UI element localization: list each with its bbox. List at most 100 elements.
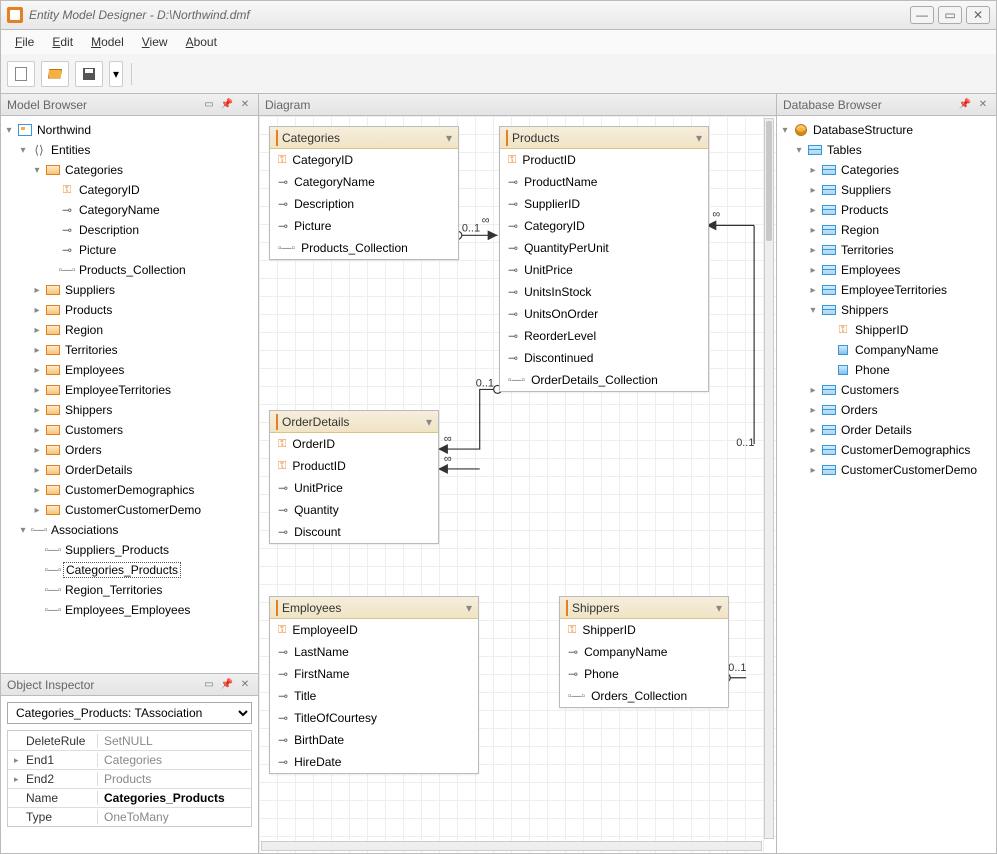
association-node[interactable]: ▫—▫Employees_Employees: [3, 600, 256, 620]
node-header[interactable]: Categories▾: [270, 127, 458, 149]
model-browser-tree[interactable]: ▾Northwind▾⟨⟩Entities▾Categories⚿Categor…: [1, 116, 258, 673]
tree-toggle-icon[interactable]: ▸: [807, 265, 819, 276]
pin-icon[interactable]: 📌: [220, 98, 234, 112]
tree-toggle-icon[interactable]: ▸: [31, 485, 43, 496]
table-node[interactable]: ▸Orders: [779, 400, 994, 420]
tree-toggle-icon[interactable]: ▸: [807, 165, 819, 176]
diagram-canvas[interactable]: 0..1∞0..1∞∞∞0..10..1 Categories▾⚿Categor…: [259, 116, 776, 853]
node-field[interactable]: ⊸Picture: [270, 215, 458, 237]
entity-node[interactable]: ▸Customers: [3, 420, 256, 440]
node-field[interactable]: ⊸UnitsOnOrder: [500, 303, 708, 325]
node-field[interactable]: ⚿ShipperID: [560, 619, 728, 641]
field-node[interactable]: ⚿CategoryID: [3, 180, 256, 200]
property-grid[interactable]: DeleteRuleSetNULL▸End1Categories▸End2Pro…: [7, 730, 252, 827]
node-field[interactable]: ▫—▫OrderDetails_Collection: [500, 369, 708, 391]
diagram-node-orderdetails[interactable]: OrderDetails▾⚿OrderID⚿ProductID⊸UnitPric…: [269, 410, 439, 544]
pin-icon[interactable]: 📌: [958, 98, 972, 112]
node-field[interactable]: ⊸CompanyName: [560, 641, 728, 663]
tree-toggle-icon[interactable]: ▸: [807, 245, 819, 256]
close-panel-icon[interactable]: ✕: [976, 98, 990, 112]
entity-node[interactable]: ▸OrderDetails: [3, 460, 256, 480]
inspector-selection-dropdown[interactable]: Categories_Products: TAssociation: [7, 702, 252, 724]
node-field[interactable]: ⚿ProductID: [270, 455, 438, 477]
property-row[interactable]: TypeOneToMany: [8, 807, 251, 826]
property-value[interactable]: SetNULL: [98, 734, 251, 748]
save-button[interactable]: [75, 61, 103, 87]
chevron-down-icon[interactable]: ▾: [446, 131, 452, 145]
tree-toggle-icon[interactable]: ▾: [793, 145, 805, 156]
tables-node[interactable]: ▾Tables: [779, 140, 994, 160]
tree-toggle-icon[interactable]: ▸: [31, 305, 43, 316]
node-field[interactable]: ⚿EmployeeID: [270, 619, 478, 641]
node-field[interactable]: ⊸SupplierID: [500, 193, 708, 215]
close-panel-icon[interactable]: ✕: [238, 98, 252, 112]
close-button[interactable]: ✕: [966, 6, 990, 24]
node-field[interactable]: ⊸FirstName: [270, 663, 478, 685]
menu-file[interactable]: File: [7, 32, 42, 52]
menu-edit[interactable]: Edit: [44, 32, 81, 52]
node-field[interactable]: ⊸ProductName: [500, 171, 708, 193]
chevron-down-icon[interactable]: ▾: [466, 601, 472, 615]
tree-toggle-icon[interactable]: ▸: [807, 445, 819, 456]
tree-toggle-icon[interactable]: ▸: [31, 365, 43, 376]
property-row[interactable]: ▸End1Categories: [8, 750, 251, 769]
entity-node[interactable]: ▸EmployeeTerritories: [3, 380, 256, 400]
tree-toggle-icon[interactable]: ▾: [3, 125, 15, 136]
table-node[interactable]: ▸Suppliers: [779, 180, 994, 200]
tree-root[interactable]: ▾Northwind: [3, 120, 256, 140]
node-field[interactable]: ⊸Discontinued: [500, 347, 708, 369]
table-node[interactable]: ▸Order Details: [779, 420, 994, 440]
entity-node[interactable]: ▸Region: [3, 320, 256, 340]
node-header[interactable]: Employees▾: [270, 597, 478, 619]
scrollbar-thumb[interactable]: [766, 121, 772, 241]
association-node[interactable]: ▫—▫Categories_Products: [3, 560, 256, 580]
tree-toggle-icon[interactable]: ▸: [807, 405, 819, 416]
window-position-icon[interactable]: ▭: [202, 678, 216, 692]
table-node[interactable]: ▸Employees: [779, 260, 994, 280]
field-node[interactable]: ⊸Picture: [3, 240, 256, 260]
chevron-down-icon[interactable]: ▾: [716, 601, 722, 615]
tree-toggle-icon[interactable]: ▸: [31, 325, 43, 336]
node-field[interactable]: ⊸ReorderLevel: [500, 325, 708, 347]
node-field[interactable]: ⊸CategoryID: [500, 215, 708, 237]
node-field[interactable]: ⊸LastName: [270, 641, 478, 663]
node-field[interactable]: ▫—▫Orders_Collection: [560, 685, 728, 707]
table-node[interactable]: ▸EmployeeTerritories: [779, 280, 994, 300]
property-row[interactable]: ▸End2Products: [8, 769, 251, 788]
entity-node[interactable]: ▸Employees: [3, 360, 256, 380]
tree-toggle-icon[interactable]: ▾: [779, 125, 791, 136]
entities-node[interactable]: ▾⟨⟩Entities: [3, 140, 256, 160]
node-field[interactable]: ⊸Quantity: [270, 499, 438, 521]
property-value[interactable]: Products: [98, 772, 251, 786]
node-header[interactable]: Products▾: [500, 127, 708, 149]
tree-toggle-icon[interactable]: ▸: [31, 285, 43, 296]
association-node[interactable]: ▫—▫Region_Territories: [3, 580, 256, 600]
entity-node[interactable]: ▸CustomerDemographics: [3, 480, 256, 500]
field-node[interactable]: ⊸CategoryName: [3, 200, 256, 220]
node-field[interactable]: ⚿CategoryID: [270, 149, 458, 171]
table-node[interactable]: ▾Shippers: [779, 300, 994, 320]
node-field[interactable]: ⊸UnitPrice: [500, 259, 708, 281]
node-field[interactable]: ⚿OrderID: [270, 433, 438, 455]
entity-node[interactable]: ▸CustomerCustomerDemo: [3, 500, 256, 520]
tree-toggle-icon[interactable]: ▸: [31, 425, 43, 436]
new-button[interactable]: [7, 61, 35, 87]
diagram-node-shippers[interactable]: Shippers▾⚿ShipperID⊸CompanyName⊸Phone▫—▫…: [559, 596, 729, 708]
tree-toggle-icon[interactable]: ▸: [31, 445, 43, 456]
tree-toggle-icon[interactable]: ▸: [807, 465, 819, 476]
field-node[interactable]: ▫—▫Products_Collection: [3, 260, 256, 280]
maximize-button[interactable]: ▭: [938, 6, 962, 24]
column-node[interactable]: CompanyName: [779, 340, 994, 360]
tree-toggle-icon[interactable]: ▸: [807, 185, 819, 196]
associations-node[interactable]: ▾▫—▫Associations: [3, 520, 256, 540]
pin-icon[interactable]: 📌: [220, 678, 234, 692]
tree-toggle-icon[interactable]: ▸: [31, 405, 43, 416]
window-position-icon[interactable]: ▭: [202, 98, 216, 112]
node-field[interactable]: ▫—▫Products_Collection: [270, 237, 458, 259]
table-node[interactable]: ▸CustomerDemographics: [779, 440, 994, 460]
menu-view[interactable]: View: [134, 32, 176, 52]
entity-node[interactable]: ▸Suppliers: [3, 280, 256, 300]
node-field[interactable]: ⊸HireDate: [270, 751, 478, 773]
entity-node[interactable]: ▸Orders: [3, 440, 256, 460]
minimize-button[interactable]: —: [910, 6, 934, 24]
